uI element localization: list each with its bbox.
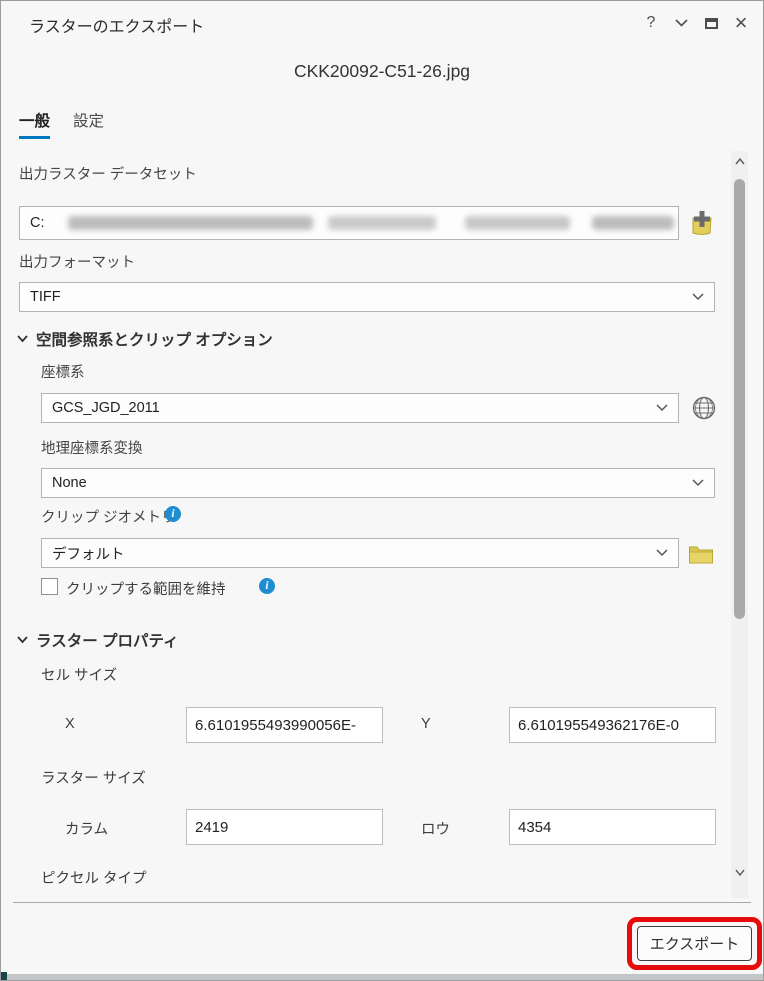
help-button[interactable]: ? — [639, 11, 663, 35]
chevron-down-icon — [675, 19, 688, 27]
footer-divider — [13, 902, 751, 903]
browse-add-data-button[interactable] — [687, 207, 717, 239]
info-icon[interactable]: i — [165, 506, 181, 522]
coordinate-system-value: GCS_JGD_2011 — [52, 400, 160, 416]
window-controls: ? × — [639, 11, 753, 35]
chevron-down-icon — [692, 293, 704, 301]
section-spatial-reference-title: 空間参照系とクリップ オプション — [36, 328, 273, 350]
redacted-path-segment — [68, 216, 313, 230]
window-bottom-edge — [1, 974, 763, 980]
section-raster-properties-header[interactable]: ラスター プロパティ — [17, 629, 179, 651]
pixel-type-label: ピクセル タイプ — [41, 867, 147, 888]
coordinate-system-dropdown[interactable]: GCS_JGD_2011 — [41, 393, 679, 423]
scrollbar[interactable] — [731, 151, 748, 898]
tab-general-label: 一般 — [19, 113, 50, 130]
section-spatial-reference-header[interactable]: 空間参照系とクリップ オプション — [17, 328, 273, 350]
raster-size-label: ラスター サイズ — [41, 767, 146, 788]
select-coordinate-system-button[interactable] — [690, 394, 718, 422]
chevron-down-icon — [692, 479, 704, 487]
maintain-clip-extent-checkbox[interactable] — [41, 578, 58, 595]
output-format-value: TIFF — [30, 289, 61, 305]
folder-icon — [688, 543, 714, 565]
clip-geometry-dropdown[interactable]: デフォルト — [41, 538, 679, 568]
close-icon: × — [735, 12, 748, 34]
cell-size-label: セル サイズ — [41, 664, 117, 685]
columns-label: カラム — [65, 818, 108, 839]
redacted-path-segment — [592, 216, 674, 230]
close-button[interactable]: × — [729, 11, 753, 35]
tab-general[interactable]: 一般 — [19, 109, 50, 135]
tab-settings-label: 設定 — [73, 113, 104, 130]
section-collapse-icon — [17, 335, 28, 343]
geo-transform-value: None — [52, 475, 87, 491]
info-icon[interactable]: i — [259, 578, 275, 594]
source-filename: CKK20092-C51-26.jpg — [1, 61, 763, 82]
chevron-down-icon — [735, 869, 745, 876]
export-raster-dialog: ラスターのエクスポート ? × CKK20092-C51-26.jpg 一般 設… — [0, 0, 764, 981]
export-button[interactable]: エクスポート — [637, 926, 752, 961]
cell-size-y-input[interactable] — [509, 707, 716, 743]
dialog-title: ラスターのエクスポート — [29, 13, 204, 37]
window-corner-accent — [1, 972, 7, 980]
add-data-icon — [689, 209, 715, 237]
output-dataset-field[interactable]: C: — [19, 206, 679, 240]
globe-icon — [691, 395, 717, 421]
annotation-highlight: エクスポート — [627, 917, 762, 970]
cell-size-y-label: Y — [421, 716, 431, 732]
float-window-button[interactable] — [699, 11, 723, 35]
output-dataset-value: C: — [30, 215, 45, 231]
rows-input[interactable] — [509, 809, 716, 845]
scrollbar-down-button[interactable] — [731, 864, 748, 880]
clip-geometry-label: クリップ ジオメトリ — [41, 506, 176, 527]
tab-settings[interactable]: 設定 — [73, 109, 104, 135]
redacted-path-segment — [328, 216, 436, 230]
float-window-icon — [705, 18, 718, 29]
section-raster-properties-title: ラスター プロパティ — [36, 629, 179, 651]
cell-size-x-input[interactable] — [186, 707, 383, 743]
scrollbar-up-button[interactable] — [731, 153, 748, 169]
clip-geometry-value: デフォルト — [52, 543, 125, 564]
coordinate-system-label: 座標系 — [41, 361, 85, 382]
chevron-down-icon — [656, 404, 668, 412]
browse-folder-button[interactable] — [687, 541, 715, 567]
output-dataset-label: 出力ラスター データセット — [19, 163, 197, 184]
maintain-clip-extent-label: クリップする範囲を維持 — [66, 578, 226, 599]
scrollbar-thumb[interactable] — [734, 179, 745, 619]
chevron-down-icon — [656, 549, 668, 557]
columns-input[interactable] — [186, 809, 383, 845]
output-format-label: 出力フォーマット — [19, 251, 135, 272]
output-format-dropdown[interactable]: TIFF — [19, 282, 715, 312]
active-tab-underline — [19, 136, 50, 139]
geo-transform-label: 地理座標系変換 — [41, 437, 143, 458]
section-collapse-icon — [17, 636, 28, 644]
cell-size-x-label: X — [65, 716, 75, 732]
dock-menu-button[interactable] — [669, 11, 693, 35]
rows-label: ロウ — [421, 818, 450, 839]
geo-transform-dropdown[interactable]: None — [41, 468, 715, 498]
help-icon: ? — [647, 14, 656, 32]
chevron-up-icon — [735, 158, 745, 165]
redacted-path-segment — [465, 216, 570, 230]
